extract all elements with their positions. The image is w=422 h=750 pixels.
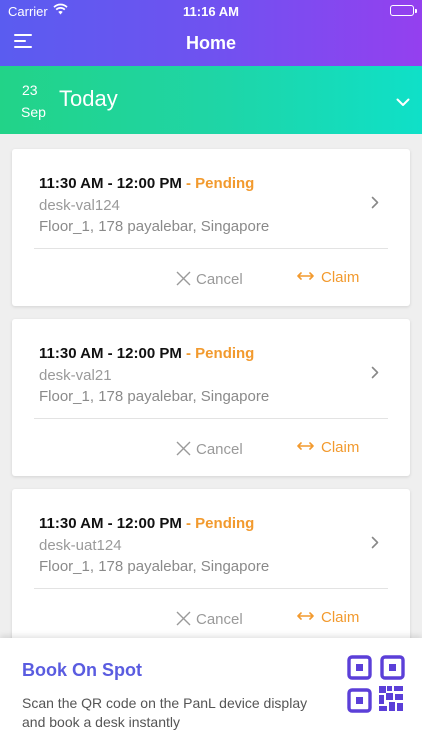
clock: 11:16 AM: [183, 4, 239, 19]
swap-arrows-icon: [297, 272, 314, 280]
app-header: Carrier 11:16 AM Home: [0, 0, 422, 66]
battery-icon: [390, 5, 417, 16]
close-icon: [176, 441, 191, 456]
cancel-label: Cancel: [196, 271, 243, 288]
booking-time-line: 11:30 AM - 12:00 PM - Pending: [39, 515, 254, 532]
date-selector[interactable]: 23 Sep Today: [0, 66, 422, 134]
desk-name: desk-uat124: [39, 537, 122, 554]
chevron-down-icon: [396, 94, 410, 112]
divider: [34, 248, 388, 249]
claim-label: Claim: [321, 609, 360, 626]
close-icon: [176, 611, 191, 626]
desk-name: desk-val124: [39, 197, 120, 214]
page-title: Home: [185, 33, 236, 53]
booking-details[interactable]: 11:30 AM - 12:00 PM - Pending desk-val21…: [12, 319, 410, 417]
claim-label: Claim: [321, 269, 360, 286]
date-month: Sep: [21, 104, 46, 120]
booking-time: 11:30 AM - 12:00 PM: [39, 515, 182, 532]
chevron-right-icon: [371, 536, 379, 554]
booking-status: - Pending: [186, 345, 255, 362]
desk-location: Floor_1, 178 payalebar, Singapore: [39, 218, 270, 235]
chevron-right-icon: [371, 196, 379, 214]
status-bar: Carrier 11:16 AM: [0, 0, 422, 22]
booking-time-line: 11:30 AM - 12:00 PM - Pending: [39, 345, 254, 362]
booking-time-line: 11:30 AM - 12:00 PM - Pending: [39, 175, 254, 192]
claim-label: Claim: [321, 439, 360, 456]
booking-time: 11:30 AM - 12:00 PM: [39, 175, 182, 192]
divider: [34, 418, 388, 419]
cancel-label: Cancel: [196, 441, 243, 458]
booking-status: - Pending: [186, 175, 255, 192]
divider: [34, 588, 388, 589]
booking-card: 11:30 AM - 12:00 PM - Pending desk-val12…: [12, 149, 410, 306]
desk-location: Floor_1, 178 payalebar, Singapore: [39, 558, 270, 575]
cancel-label: Cancel: [196, 611, 243, 628]
swap-arrows-icon: [297, 612, 314, 620]
date-day: 23: [22, 82, 38, 98]
booking-card: 11:30 AM - 12:00 PM - Pending desk-val21…: [12, 319, 410, 476]
close-icon: [176, 271, 191, 286]
desk-location: Floor_1, 178 payalebar, Singapore: [39, 388, 270, 405]
desk-name: desk-val21: [39, 367, 112, 384]
booking-details[interactable]: 11:30 AM - 12:00 PM - Pending desk-uat12…: [12, 489, 410, 587]
chevron-right-icon: [371, 366, 379, 384]
book-on-spot-title: Book On Spot: [22, 660, 142, 680]
book-on-spot-description: Scan the QR code on the PanL device disp…: [22, 695, 308, 730]
booking-details[interactable]: 11:30 AM - 12:00 PM - Pending desk-val12…: [12, 149, 410, 247]
booking-time: 11:30 AM - 12:00 PM: [39, 345, 182, 362]
booking-status: - Pending: [186, 515, 255, 532]
date-label: Today: [59, 86, 118, 111]
booking-card: 11:30 AM - 12:00 PM - Pending desk-uat12…: [12, 489, 410, 646]
swap-arrows-icon: [297, 442, 314, 450]
qr-code-icon[interactable]: [346, 654, 406, 714]
